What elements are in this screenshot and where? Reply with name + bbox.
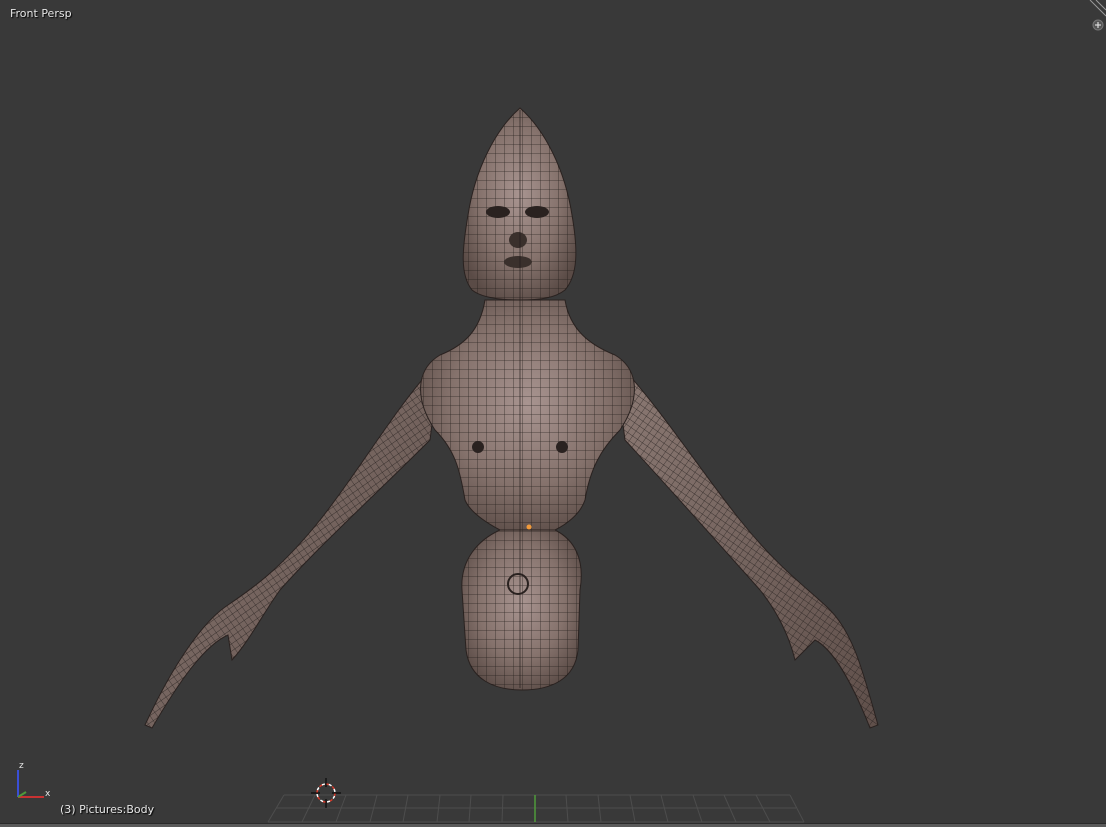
view-perspective-label: Front Persp [10,7,72,20]
right-eye [525,206,549,218]
chest-right [556,441,568,453]
3d-cursor[interactable] [311,778,341,808]
ground-grid [267,794,805,823]
object-origin [526,524,532,530]
area-bottom-edge[interactable] [0,823,1106,827]
scene-canvas[interactable]: z x [0,0,1106,827]
axis-gizmo: z x [17,761,51,799]
active-object-label: (3) Pictures:Body [60,803,155,816]
chest-left [472,441,484,453]
mouth [504,256,532,268]
left-eye [486,206,510,218]
3d-viewport[interactable]: z x Front Persp (3) Pictures:Body [0,0,1106,827]
z-axis-label: z [19,761,24,771]
body-mesh[interactable] [144,107,879,729]
x-axis-label: x [45,789,51,799]
area-split-widget[interactable] [1086,0,1106,34]
nose [509,232,527,248]
